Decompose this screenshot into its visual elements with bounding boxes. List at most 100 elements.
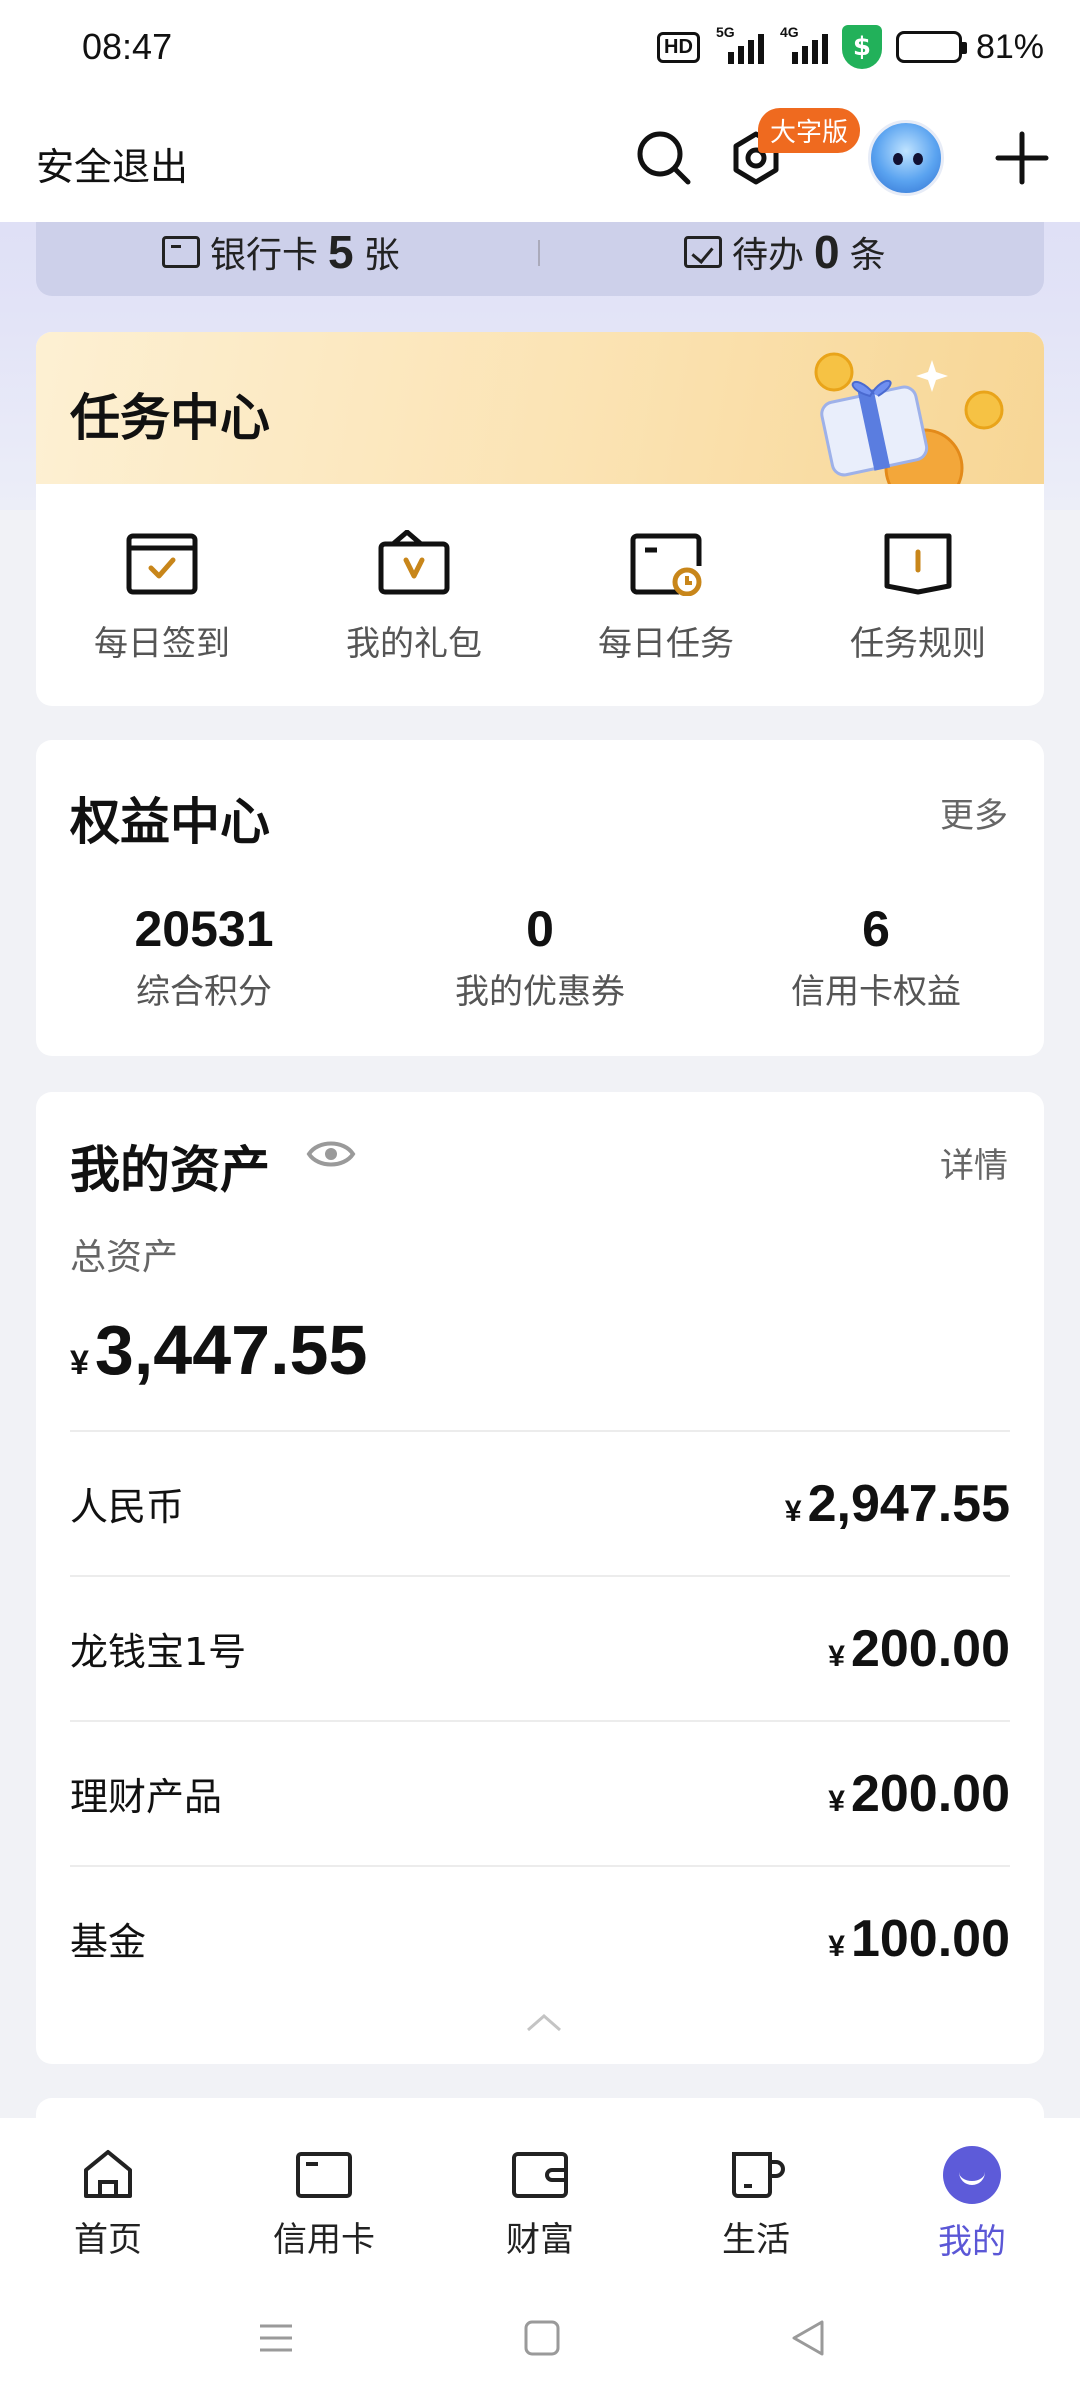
nav-label: 信用卡 xyxy=(273,2220,375,2260)
hd-icon: HD xyxy=(657,31,700,63)
asset-name: 基金 xyxy=(70,1920,147,1964)
todo-unit: 条 xyxy=(849,235,886,276)
search-icon[interactable] xyxy=(632,126,696,190)
rights-value: 20531 xyxy=(134,901,274,957)
system-nav-bar xyxy=(0,2274,1080,2408)
rights-label: 综合积分 xyxy=(136,972,272,1012)
chevron-up-icon[interactable] xyxy=(524,2010,564,2034)
todo-summary[interactable]: 待办 0 条 xyxy=(684,222,886,282)
asset-amount: ¥200.00 xyxy=(828,1619,1010,1679)
asset-row-fund[interactable]: 基金 ¥100.00 xyxy=(70,1865,1010,2010)
menu-icon[interactable] xyxy=(256,2318,296,2358)
nav-life[interactable]: 生活 xyxy=(648,2118,864,2274)
todo-check-icon xyxy=(684,236,722,268)
signal-4g-label: 4G xyxy=(779,24,799,40)
nav-home[interactable]: 首页 xyxy=(0,2118,216,2274)
currency-symbol: ¥ xyxy=(828,1639,845,1673)
task-label: 每日任务 xyxy=(598,624,734,664)
nav-label: 我的 xyxy=(938,2222,1006,2262)
large-font-badge[interactable]: 大字版 xyxy=(758,108,861,153)
task-center-card: 任务中心 每日签到 我的礼包 每日任务 任务规则 xyxy=(36,332,1044,706)
rights-points[interactable]: 20531 综合积分 xyxy=(36,900,372,1013)
task-label: 我的礼包 xyxy=(346,624,482,664)
avatar-eye-right xyxy=(913,153,923,165)
task-center-title: 任务中心 xyxy=(70,389,270,447)
battery-icon xyxy=(895,31,967,63)
task-center-header: 任务中心 xyxy=(36,332,1044,484)
bank-card-unit: 张 xyxy=(363,235,400,276)
me-icon xyxy=(943,2146,1001,2204)
currency-symbol: ¥ xyxy=(828,1929,845,1963)
task-daily-checkin[interactable]: 每日签到 xyxy=(36,484,288,706)
rights-credit-card[interactable]: 6 信用卡权益 xyxy=(708,900,1044,1013)
home-icon xyxy=(84,2150,132,2198)
calendar-check-icon xyxy=(126,533,198,595)
total-assets-amount: ¥3,447.55 xyxy=(70,1310,367,1390)
avatar-eye-left xyxy=(893,153,903,165)
task-clock-icon xyxy=(630,533,702,596)
bank-card-count: 5 xyxy=(328,226,354,278)
signal-5g-icon: 5G xyxy=(714,24,764,64)
app-header: 安全退出 大字版 xyxy=(0,96,1080,222)
asset-value: 200.00 xyxy=(850,1619,1010,1678)
home-square-icon[interactable] xyxy=(522,2318,562,2358)
assets-detail-link[interactable]: 详情 xyxy=(940,1138,1008,1187)
rights-label: 我的优惠券 xyxy=(455,972,625,1012)
credit-card-icon xyxy=(296,2152,352,2198)
currency-symbol: ¥ xyxy=(828,1784,845,1818)
task-label: 任务规则 xyxy=(850,624,986,664)
nav-label: 生活 xyxy=(722,2220,790,2260)
rights-value: 6 xyxy=(862,901,890,957)
task-daily-task[interactable]: 每日任务 xyxy=(540,484,792,706)
signal-5g-label: 5G xyxy=(715,24,735,40)
logout-button[interactable]: 安全退出 xyxy=(36,136,188,191)
nav-me[interactable]: 我的 xyxy=(864,2118,1080,2274)
nav-label: 首页 xyxy=(74,2220,142,2260)
back-icon[interactable] xyxy=(788,2318,828,2358)
avatar[interactable] xyxy=(868,120,944,196)
asset-name: 理财产品 xyxy=(70,1775,223,1819)
asset-row-longqianbao[interactable]: 龙钱宝1号 ¥200.00 xyxy=(70,1575,1010,1720)
status-time: 08:47 xyxy=(82,26,173,67)
nav-wealth[interactable]: 财富 xyxy=(432,2118,648,2274)
rights-value: 0 xyxy=(526,901,554,957)
bank-card-label: 银行卡 xyxy=(210,235,319,276)
security-shield-icon: $ xyxy=(841,25,882,69)
asset-amount: ¥200.00 xyxy=(828,1764,1010,1824)
screen: 08:47 HD 5G 4G $ 81% 安全退出 大字版 银行卡 5 张 待办… xyxy=(0,0,1080,2408)
currency-symbol: ¥ xyxy=(784,1494,802,1528)
todo-count: 0 xyxy=(814,226,840,278)
signal-4g-icon: 4G xyxy=(778,24,828,64)
total-assets-label: 总资产 xyxy=(70,1237,179,1278)
bank-card-icon xyxy=(162,236,200,268)
wallet-icon xyxy=(512,2152,568,2198)
plus-icon[interactable] xyxy=(990,126,1054,190)
asset-amount: ¥100.00 xyxy=(828,1909,1010,1969)
asset-row-rmb[interactable]: 人民币 ¥2,947.55 xyxy=(70,1430,1010,1575)
task-rules[interactable]: 任务规则 xyxy=(792,484,1044,706)
asset-value: 100.00 xyxy=(850,1909,1010,1968)
rights-center-title: 权益中心 xyxy=(70,793,270,851)
task-grid: 每日签到 我的礼包 每日任务 任务规则 xyxy=(36,484,1044,706)
asset-amount: ¥2,947.55 xyxy=(785,1474,1010,1534)
total-assets-value: 3,447.55 xyxy=(94,1311,368,1389)
nav-credit-card[interactable]: 信用卡 xyxy=(216,2118,432,2274)
asset-row-wealth-products[interactable]: 理财产品 ¥200.00 xyxy=(70,1720,1010,1865)
asset-value: 200.00 xyxy=(850,1764,1010,1823)
rights-center-card: 权益中心 更多 20531 综合积分 0 我的优惠券 6 信用卡权益 xyxy=(36,740,1044,1056)
battery-percent: 81% xyxy=(975,27,1044,66)
asset-name: 龙钱宝1号 xyxy=(70,1630,247,1674)
asset-list: 人民币 ¥2,947.55 龙钱宝1号 ¥200.00 理财产品 ¥200.00… xyxy=(70,1430,1010,2010)
account-summary: 银行卡 5 张 待办 0 条 xyxy=(36,222,1044,296)
assets-title: 我的资产 xyxy=(70,1141,270,1199)
nav-label: 财富 xyxy=(506,2220,574,2260)
task-my-gift[interactable]: 我的礼包 xyxy=(288,484,540,706)
status-bar: 08:47 HD 5G 4G $ 81% xyxy=(0,0,1080,96)
rights-more-link[interactable]: 更多 xyxy=(940,788,1008,837)
eye-icon[interactable] xyxy=(306,1136,356,1172)
rules-book-icon xyxy=(884,533,952,595)
bank-card-summary[interactable]: 银行卡 5 张 xyxy=(162,222,400,282)
currency-symbol: ¥ xyxy=(70,1344,89,1382)
rights-coupons[interactable]: 0 我的优惠券 xyxy=(372,900,708,1013)
cup-icon xyxy=(732,2152,785,2198)
